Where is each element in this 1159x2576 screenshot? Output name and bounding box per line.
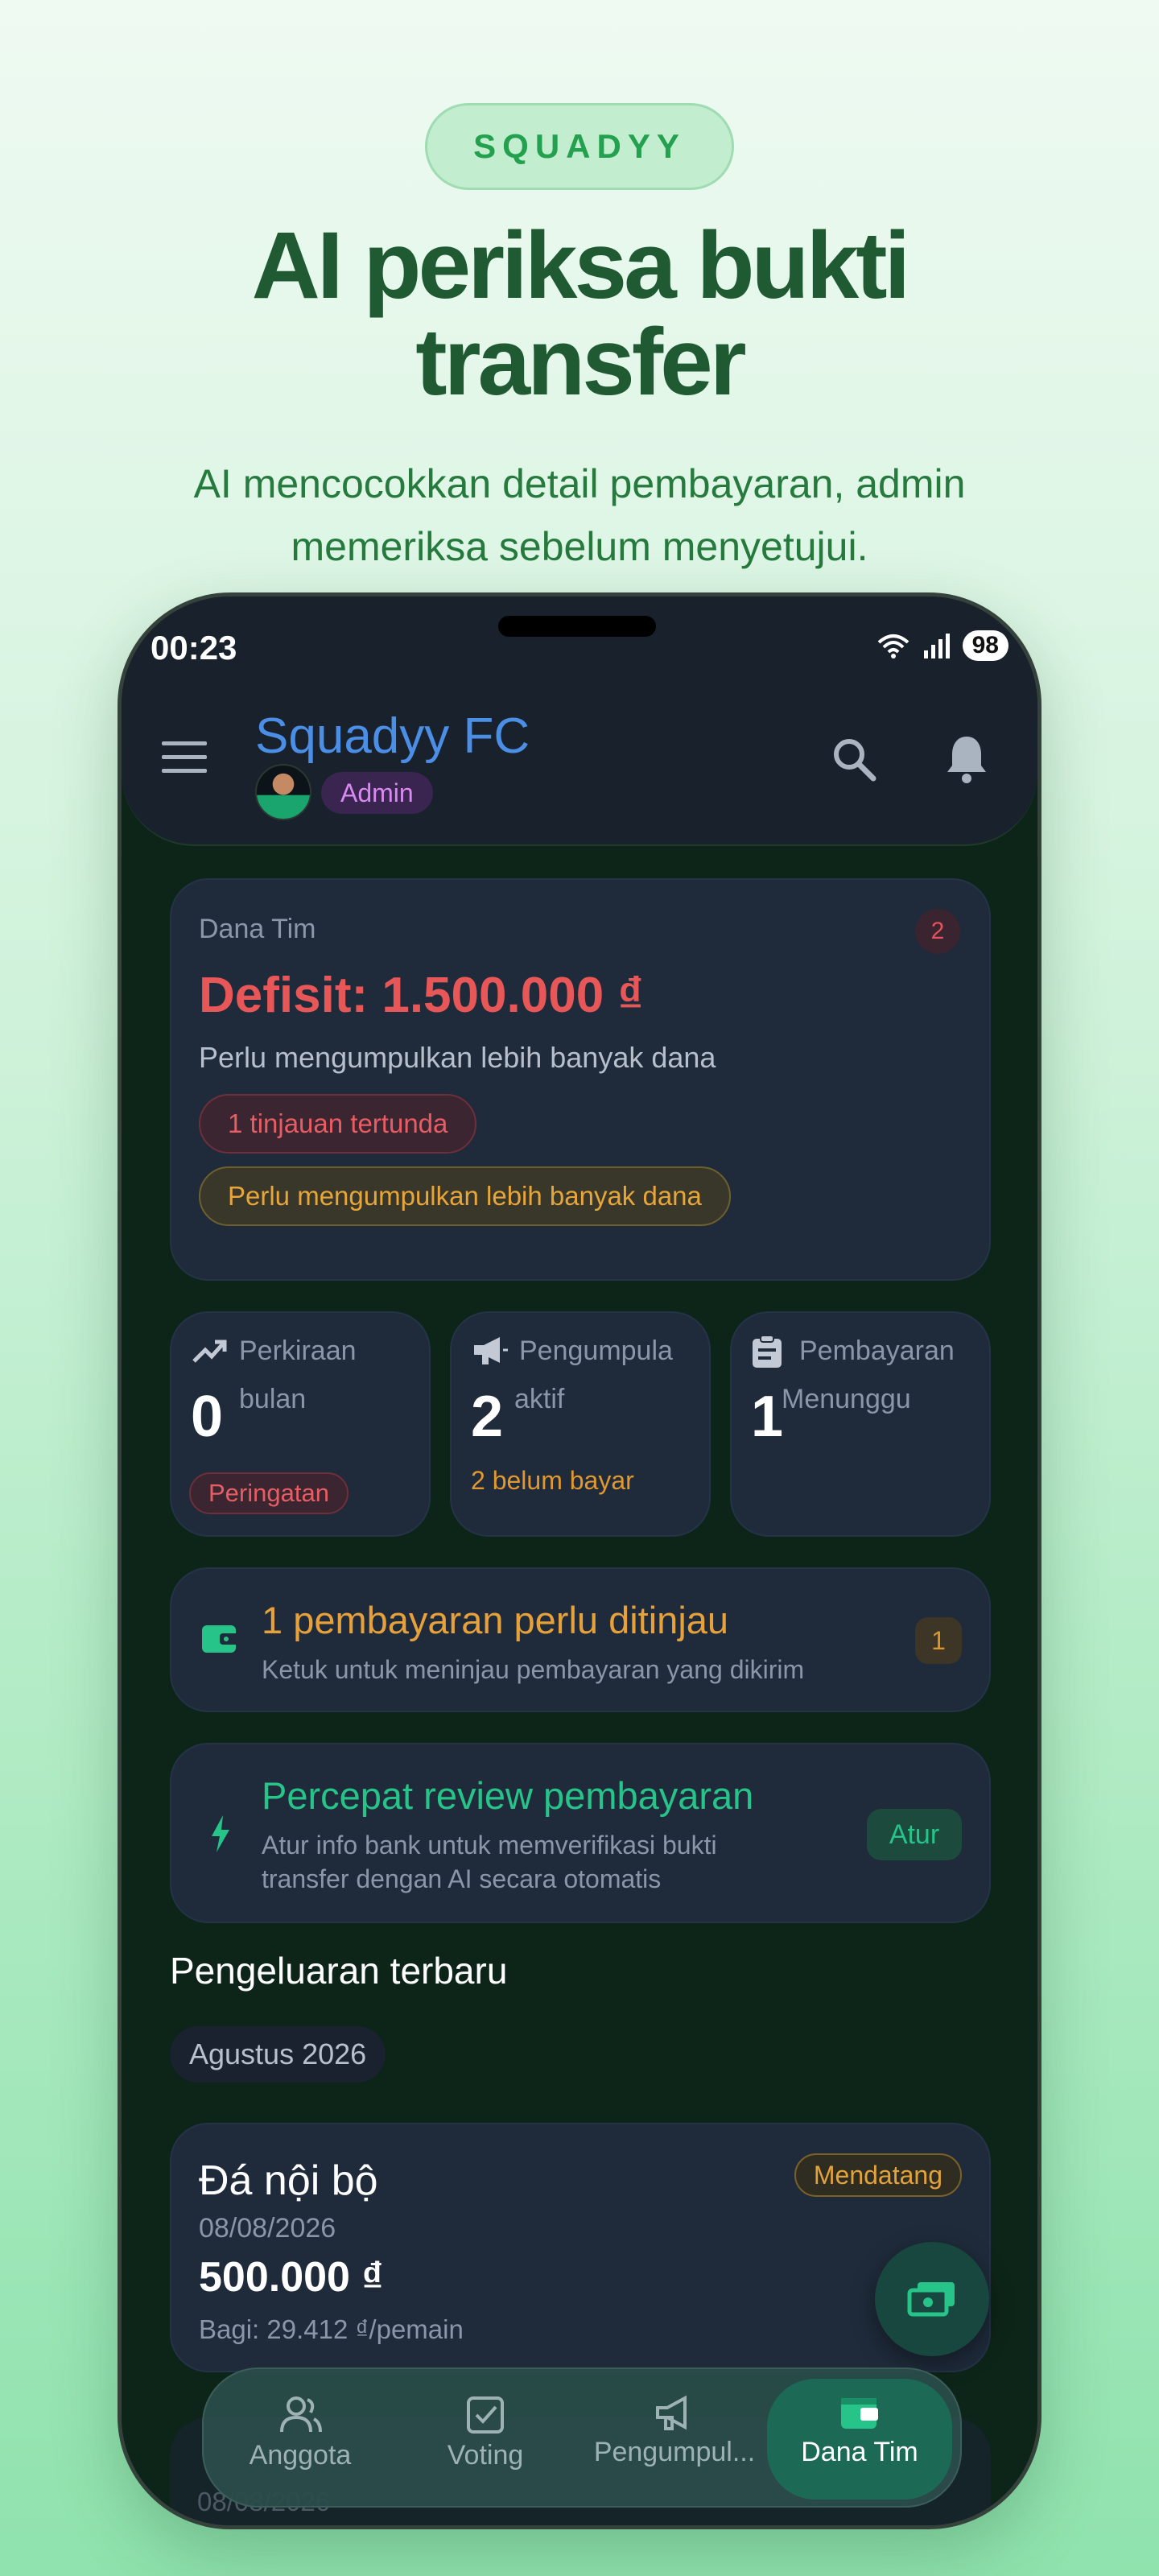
nav-label: Dana Tim (801, 2437, 918, 2467)
review-title: 1 pembayaran perlu ditinjau (262, 1599, 729, 1641)
stat-label: Perkiraan (239, 1335, 357, 1366)
fund-description: Perlu mengumpulkan lebih banyak dana (199, 1041, 716, 1074)
deficit-amount: Defisit: 1.500.000 ₫ (199, 968, 644, 1023)
stat-card-payments[interactable]: Pembayaran 1 Menunggu (730, 1311, 991, 1537)
subtitle-line-1: AI mencocokkan detail pembayaran, admin (193, 461, 966, 506)
checkbox-icon (467, 2396, 504, 2434)
notifications-button[interactable] (944, 733, 989, 789)
warning-pill[interactable]: Perlu mengumpulkan lebih banyak dana (199, 1166, 731, 1226)
subtitle-line-2: memeriksa sebelum menyetujui. (291, 524, 868, 569)
signal-icon (923, 634, 950, 658)
speed-up-review-row[interactable]: Percepat review pembayaran Atur info ban… (170, 1743, 991, 1923)
bell-icon (947, 737, 986, 783)
stat-unit: Menunggu (782, 1384, 911, 1414)
lightning-icon (212, 1815, 229, 1852)
battery-level: 98 (962, 630, 1008, 661)
speed-up-title: Percepat review pembayaran (262, 1774, 754, 1817)
speed-up-subtitle-2: transfer dengan AI secara otomatis (262, 1864, 662, 1893)
megaphone-icon (474, 1337, 508, 1364)
clipboard-icon (753, 1335, 782, 1368)
stat-value: 2 (471, 1385, 504, 1449)
nav-label: Pengumpul... (593, 2437, 756, 2467)
expense-split: Bagi: 29.412 ₫/pemain (199, 2314, 464, 2344)
megaphone-icon (656, 2395, 687, 2430)
stat-card-forecast[interactable]: Perkiraan 0 bulan Peringatan (170, 1311, 431, 1537)
stat-value: 1 (751, 1385, 784, 1449)
fund-badge-count: 2 (915, 909, 960, 954)
month-chip: Agustus 2026 (170, 2026, 386, 2083)
fund-summary-card[interactable]: Dana Tim 2 Defisit: 1.500.000 ₫ Perlu me… (170, 878, 991, 1281)
nav-label: Voting (447, 2440, 524, 2471)
people-icon (280, 2396, 322, 2433)
expense-status: Mendatang (794, 2153, 962, 2197)
nav-item-voting[interactable]: Voting (397, 2369, 574, 2509)
status-icons: 98 (876, 630, 1008, 661)
search-button[interactable] (830, 735, 878, 787)
stat-value: 0 (191, 1385, 224, 1449)
speed-up-subtitle-1: Atur info bank untuk memverifikasi bukti (262, 1831, 717, 1860)
role-badge: Admin (321, 772, 433, 814)
stat-label: Pembayaran (799, 1335, 955, 1366)
menu-button[interactable] (162, 740, 207, 775)
fund-label: Dana Tim (199, 914, 316, 944)
phone-frame: 00:23 98 Squadyy FC Admin Dana Tim 2 Def… (118, 592, 1041, 2529)
unpaid-note: 2 belum bayar (471, 1466, 634, 1495)
stat-unit: aktif (514, 1384, 565, 1414)
trending-up-icon (192, 1340, 227, 1363)
expense-card[interactable]: Đá nội bộ Mendatang 08/08/2026 500.000 ₫… (170, 2123, 991, 2372)
pending-review-pill[interactable]: 1 tinjauan tertunda (199, 1094, 477, 1154)
avatar[interactable] (255, 764, 311, 820)
app-screen: 00:23 98 Squadyy FC Admin Dana Tim 2 Def… (122, 597, 1037, 2525)
expense-amount: 500.000 ₫ (199, 2254, 384, 2301)
warning-chip: Peringatan (189, 1472, 349, 1514)
hamburger-icon (162, 741, 207, 773)
nav-item-collections[interactable]: Pengumpul... (582, 2369, 767, 2509)
camera-notch (498, 616, 656, 637)
team-name[interactable]: Squadyy FC (255, 708, 530, 765)
expense-date: 08/08/2026 (199, 2213, 336, 2244)
status-time: 00:23 (151, 629, 237, 667)
search-icon (834, 739, 876, 782)
brand-badge: SQUADYY (425, 103, 734, 190)
stat-label: Pengumpula (519, 1335, 673, 1366)
promo-subtitle: AI mencocokkan detail pembayaran, admin … (113, 452, 1046, 578)
headline-line-2: transfer (415, 309, 746, 415)
stat-card-collections[interactable]: Pengumpula 2 aktif 2 belum bayar (450, 1311, 711, 1537)
nav-label: Anggota (249, 2440, 352, 2471)
cash-icon (907, 2282, 955, 2317)
bottom-nav: Anggota Voting Pengumpul... Dana Tim (202, 2368, 962, 2508)
nav-item-members[interactable]: Anggota (212, 2369, 389, 2509)
stat-unit: bulan (239, 1384, 307, 1414)
headline-line-1: AI periksa bukti (251, 213, 911, 319)
app-bar: 00:23 98 Squadyy FC Admin (122, 597, 1037, 846)
add-expense-button[interactable] (875, 2242, 989, 2356)
review-payments-row[interactable]: 1 pembayaran perlu ditinjau Ketuk untuk … (170, 1567, 991, 1712)
expenses-section-title: Pengeluaran terbaru (170, 1950, 508, 1992)
wallet-icon (841, 2398, 878, 2429)
review-subtitle: Ketuk untuk meninjau pembayaran yang dik… (262, 1655, 805, 1684)
wifi-icon (877, 634, 909, 658)
expense-title: Đá nội bộ (199, 2157, 378, 2204)
setup-button[interactable]: Atur (867, 1809, 962, 1860)
nav-item-team-fund[interactable]: Dana Tim (767, 2369, 952, 2509)
promo-headline: AI periksa bukti transfer (97, 217, 1062, 411)
review-count: 1 (915, 1617, 962, 1664)
wallet-icon (202, 1625, 239, 1653)
